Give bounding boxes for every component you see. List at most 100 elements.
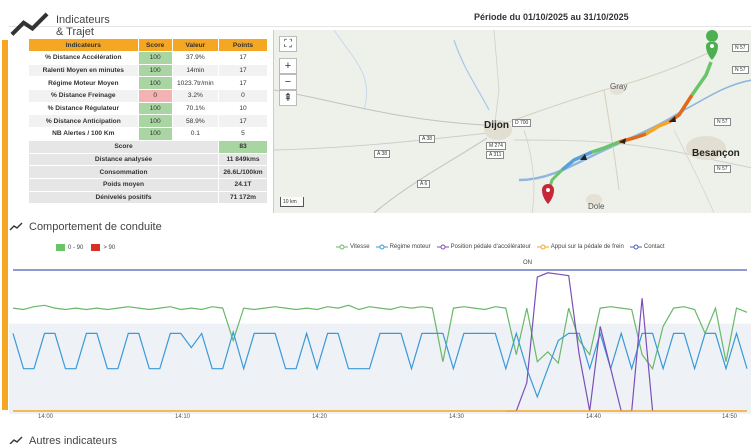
summary-label: Consommation [28, 165, 219, 179]
legend-series-label: Position pédale d'accélérateur [450, 244, 531, 250]
city-gray: Gray [610, 82, 628, 91]
other-indicators-header: Autres indicateurs [9, 432, 117, 444]
zoom-out-button[interactable]: − [279, 74, 297, 90]
road-a38-b: A 38 [374, 150, 391, 158]
city-besancon: Besançon [692, 148, 740, 159]
legend-series-item[interactable]: Contact [629, 244, 665, 250]
summary-label: Dénivelés positifs [28, 190, 219, 205]
behaviour-title: Comportement de conduite [29, 221, 162, 233]
road-a311: A 311 [486, 151, 505, 159]
trend-icon [9, 436, 23, 444]
summary-value: 24.1T [217, 177, 269, 192]
x-tick-label: 14:10 [175, 414, 191, 420]
city-dole: Dole [588, 202, 605, 211]
row-points: 17 [217, 63, 269, 78]
row-value: 3.2% [171, 89, 219, 103]
row-label: % Distance Régulateur [28, 101, 139, 116]
route-map[interactable]: ⛶ + − ⇞ Dijon Besançon Gray Dole N 57 N … [273, 30, 751, 213]
row-score: 100 [137, 101, 173, 116]
indicators-title-text: Indicateurs & Trajet [55, 13, 110, 38]
legend-item-over[interactable]: > 90 [91, 244, 115, 251]
summary-value: 26.6L/100km [217, 165, 269, 179]
contact-on-label: ON [523, 260, 532, 266]
summary-label: Distance analysée [28, 152, 219, 167]
row-value: 1023.7tr/min [171, 76, 219, 91]
table-row: Régime Moteur Moyen 100 1023.7tr/min 17 [28, 76, 269, 91]
end-marker-icon [542, 184, 554, 204]
trend-icon [10, 12, 49, 36]
road-m274: M 274 [486, 142, 506, 150]
start-marker-icon [706, 30, 719, 60]
series-legend: Vitesse Régime moteur Position pédale d'ac… [336, 244, 665, 250]
row-label: Ralenti Moyen en minutes [28, 63, 139, 78]
row-points: 17 [217, 76, 269, 91]
row-score: 100 [137, 63, 173, 78]
x-tick-label: 14:20 [312, 414, 328, 420]
legend-series-label: Vitesse [350, 244, 370, 250]
chart-background [9, 323, 751, 414]
table-row: % Distance Anticipation 100 58.9% 17 [28, 114, 269, 129]
legend-series-label: Régime moteur [389, 244, 431, 250]
speed-legend: 0 - 90 > 90 [56, 244, 115, 251]
legend-over-label: > 90 [103, 245, 116, 252]
summary-label: Poids moyen [28, 177, 219, 192]
col-score: Score [137, 38, 173, 52]
row-value: 58.9% [171, 114, 219, 129]
legend-series-item[interactable]: Position pédale d'accélérateur [436, 244, 531, 250]
col-value: Valeur [171, 38, 219, 52]
table-row: Ralenti Moyen en minutes 100 14min 17 [28, 63, 269, 78]
legend-line-icon [375, 244, 388, 250]
x-tick-label: 14:00 [38, 414, 54, 420]
road-n57-b: N 57 [732, 66, 749, 74]
table-row: % Distance Accélération 100 37.9% 17 [28, 51, 269, 65]
legend-series-item[interactable]: Régime moteur [375, 244, 431, 250]
row-score: 0 [137, 89, 173, 103]
summary-row: Poids moyen 24.1T [28, 177, 269, 192]
row-label: % Distance Freinage [28, 89, 139, 103]
summary-value: 11 849kms [217, 152, 269, 167]
row-points: 0 [217, 89, 269, 103]
trend-icon [9, 222, 23, 231]
legend-line-icon [629, 244, 642, 250]
row-score: 100 [137, 114, 173, 129]
city-dijon: Dijon [484, 120, 509, 131]
row-label: % Distance Accélération [28, 51, 139, 65]
legend-line-icon [536, 244, 549, 250]
period-label: Période du 01/10/2025 au 31/10/2025 [474, 12, 629, 22]
road-n57-d: N 57 [714, 165, 731, 173]
road-n57-a: N 57 [732, 44, 749, 52]
row-value: 37.9% [171, 51, 219, 65]
kpi-table: Indicateurs Score Valeur Points % Distan… [28, 38, 269, 205]
table-row: % Distance Freinage 0 3.2% 0 [28, 89, 269, 103]
row-score: 100 [137, 127, 173, 141]
col-indicators: Indicateurs [28, 38, 139, 52]
table-row: % Distance Régulateur 100 70.1% 10 [28, 101, 269, 116]
row-value: 70.1% [171, 101, 219, 116]
legend-normal-label: 0 - 90 [68, 245, 84, 252]
x-tick-label: 14:40 [586, 414, 602, 420]
indicators-title: Indicateurs & Trajet [9, 11, 110, 40]
other-indicators-title: Autres indicateurs [29, 435, 118, 444]
legend-series-item[interactable]: Vitesse [336, 244, 370, 250]
x-tick-label: 14:50 [722, 414, 738, 420]
indicators-header: Indicateurs & Trajet Période du 01/10/20… [9, 9, 751, 38]
behaviour-chart[interactable] [9, 268, 751, 414]
row-label: % Distance Anticipation [28, 114, 139, 129]
accent-bar [0, 0, 9, 444]
fullscreen-button[interactable]: ⛶ [279, 36, 297, 52]
row-points: 17 [217, 114, 269, 129]
road-a6: A 6 [417, 180, 431, 188]
col-points: Points [217, 38, 269, 52]
score-label: Score [28, 139, 219, 154]
row-score: 100 [137, 76, 173, 91]
row-points: 17 [217, 51, 269, 65]
legend-swatch-green [56, 244, 65, 251]
north-button[interactable]: ⇞ [279, 90, 297, 106]
zoom-in-button[interactable]: + [279, 58, 297, 74]
x-tick-label: 14:30 [449, 414, 465, 420]
legend-line-icon [436, 244, 449, 250]
legend-series-item[interactable]: Appui sur la pédale de frein [536, 244, 624, 250]
legend-item-normal[interactable]: 0 - 90 [56, 244, 83, 251]
row-points: 5 [217, 127, 269, 141]
legend-line-icon [336, 244, 348, 250]
